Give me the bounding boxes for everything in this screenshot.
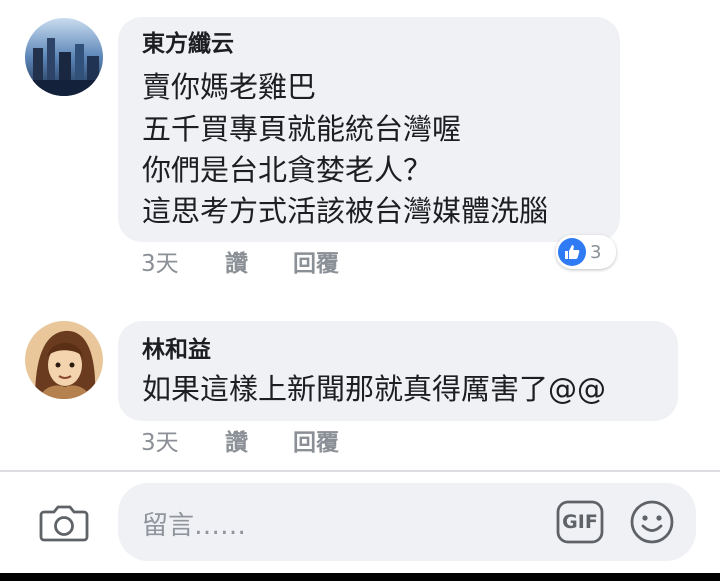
- comment-author[interactable]: 林和益: [142, 335, 211, 365]
- comment-author[interactable]: 東方纖云: [142, 29, 234, 59]
- reply-button[interactable]: 回覆: [293, 428, 339, 458]
- commenter-avatar[interactable]: [25, 18, 103, 96]
- emoji-button[interactable]: [628, 498, 676, 546]
- reply-button[interactable]: 回覆: [293, 249, 339, 279]
- comment-text-line: 你們是台北貪婪老人？: [142, 153, 433, 187]
- screen-bottom-bar: [0, 573, 720, 581]
- comment-input-placeholder: 留言……: [142, 511, 247, 541]
- like-reaction-icon: [558, 238, 586, 266]
- like-button[interactable]: 讚: [225, 428, 248, 458]
- avatar-photo-icon: [25, 18, 103, 96]
- smiley-icon: [630, 500, 674, 544]
- comment-text-line: 五千買專頁就能統台灣喔: [142, 112, 462, 146]
- comment-timestamp[interactable]: 3天: [141, 428, 179, 458]
- gif-button[interactable]: GIF: [556, 500, 604, 544]
- reaction-summary[interactable]: 3: [556, 235, 616, 269]
- avatar-illustration-icon: [25, 321, 103, 399]
- comment-text-line: 如果這樣上新聞那就真得厲害了@@: [142, 372, 607, 406]
- comment-text-line: 賣你媽老雞巴: [142, 70, 317, 104]
- commenter-avatar[interactable]: [25, 321, 103, 399]
- gif-label: GIF: [562, 511, 598, 533]
- reaction-count: 3: [590, 241, 602, 263]
- comment-text-line: 這思考方式活該被台灣媒體洗腦: [142, 194, 549, 228]
- composer-divider: [0, 470, 720, 472]
- like-button[interactable]: 讚: [225, 249, 248, 279]
- camera-button[interactable]: [38, 496, 90, 548]
- comment-timestamp[interactable]: 3天: [141, 249, 179, 279]
- camera-icon: [39, 505, 89, 542]
